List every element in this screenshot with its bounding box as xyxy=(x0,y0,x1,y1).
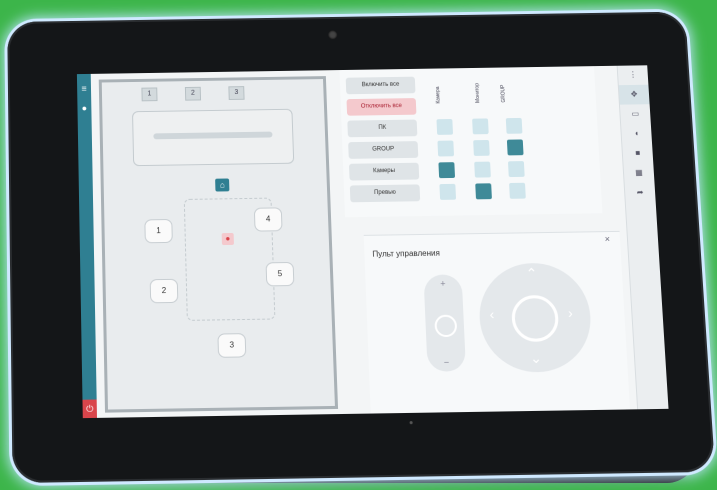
grid-icon[interactable]: ▦ xyxy=(623,163,654,183)
left-nav-rail: ≡ ● ⏻ xyxy=(76,73,97,419)
matrix-cell[interactable] xyxy=(436,118,454,135)
menu-icon[interactable]: ≡ xyxy=(77,84,91,94)
front-camera xyxy=(328,30,338,40)
routing-matrix: Камера Монитор GROUP Включить все Отключ… xyxy=(339,66,603,218)
matrix-row-pc[interactable]: ПК xyxy=(347,119,418,138)
column-header-monitor: Монитор xyxy=(474,83,482,103)
home-icon[interactable]: ⌂ xyxy=(215,178,230,192)
info-icon[interactable]: ● xyxy=(77,103,91,113)
room-selector: 1 2 3 xyxy=(141,86,245,102)
tablet-device: ≡ ● ⏻ 1 2 3 ⌂ ● 1 2 3 4 5 Камера Монитор… xyxy=(7,11,716,484)
touch-screen: ≡ ● ⏻ 1 2 3 ⌂ ● 1 2 3 4 5 Камера Монитор… xyxy=(76,65,669,419)
dots-icon[interactable]: ⋮ xyxy=(618,65,649,85)
matrix-cell[interactable] xyxy=(439,183,457,200)
camera-preset-2[interactable]: 2 xyxy=(149,278,179,304)
room-button-2[interactable]: 2 xyxy=(184,86,202,101)
chevron-right-icon[interactable]: › xyxy=(568,305,574,321)
remote-control-panel: × Пульт управления + − ⌃ ‹ › ⌄ xyxy=(363,230,631,414)
matrix-cell[interactable] xyxy=(509,182,526,199)
volume-icon[interactable]: ◖ xyxy=(621,124,652,144)
matrix-cell[interactable] xyxy=(437,140,455,157)
matrix-cell[interactable] xyxy=(474,161,491,178)
share-icon[interactable]: ➦ xyxy=(625,183,656,203)
remote-title: Пульт управления xyxy=(372,248,441,259)
display-icon[interactable]: ▭ xyxy=(620,104,651,124)
camera-preset-5[interactable]: 5 xyxy=(265,261,295,287)
power-icon[interactable]: ⏻ xyxy=(82,399,97,419)
light-sensor xyxy=(409,421,413,425)
room-button-1[interactable]: 1 xyxy=(141,87,158,102)
room-floor-plan: 1 2 3 ⌂ ● 1 2 3 4 5 xyxy=(98,76,339,413)
video-icon[interactable]: ■ xyxy=(622,143,653,163)
matrix-cell[interactable] xyxy=(472,118,489,135)
volume-knob[interactable] xyxy=(434,314,458,338)
chevron-left-icon[interactable]: ‹ xyxy=(489,306,494,322)
chevron-down-icon[interactable]: ⌄ xyxy=(530,350,543,367)
direction-pad: ⌃ ‹ › ⌄ xyxy=(477,262,594,373)
camera-preset-4[interactable]: 4 xyxy=(253,207,283,232)
enable-all-button[interactable]: Включить все xyxy=(345,76,416,95)
disable-all-button[interactable]: Отключить все xyxy=(346,98,417,116)
matrix-cell[interactable] xyxy=(475,183,492,200)
move-icon[interactable]: ✥ xyxy=(618,84,650,105)
matrix-row-group[interactable]: GROUP xyxy=(348,141,419,159)
room-button-3[interactable]: 3 xyxy=(228,86,245,100)
volume-minus[interactable]: − xyxy=(427,357,466,368)
matrix-cells xyxy=(339,66,593,200)
matrix-cell[interactable] xyxy=(473,139,490,156)
microphone-icon[interactable]: ● xyxy=(221,232,234,246)
camera-preset-3[interactable]: 3 xyxy=(217,333,247,358)
matrix-row-preview[interactable]: Превью xyxy=(349,184,421,203)
matrix-cell[interactable] xyxy=(505,117,523,134)
chevron-up-icon[interactable]: ⌃ xyxy=(525,265,538,282)
matrix-cell[interactable] xyxy=(507,161,525,178)
volume-plus[interactable]: + xyxy=(424,278,463,289)
ok-button[interactable] xyxy=(510,294,560,343)
column-header-group: GROUP xyxy=(500,84,507,103)
matrix-cell[interactable] xyxy=(438,162,456,179)
camera-preset-1[interactable]: 1 xyxy=(144,218,173,244)
matrix-cell[interactable] xyxy=(506,139,524,156)
column-header-camera: Камера xyxy=(434,86,442,104)
volume-slider[interactable]: + − xyxy=(423,274,467,372)
matrix-row-cameras[interactable]: Камеры xyxy=(348,162,420,181)
conference-table-top xyxy=(132,108,295,167)
close-icon[interactable]: × xyxy=(604,234,610,244)
